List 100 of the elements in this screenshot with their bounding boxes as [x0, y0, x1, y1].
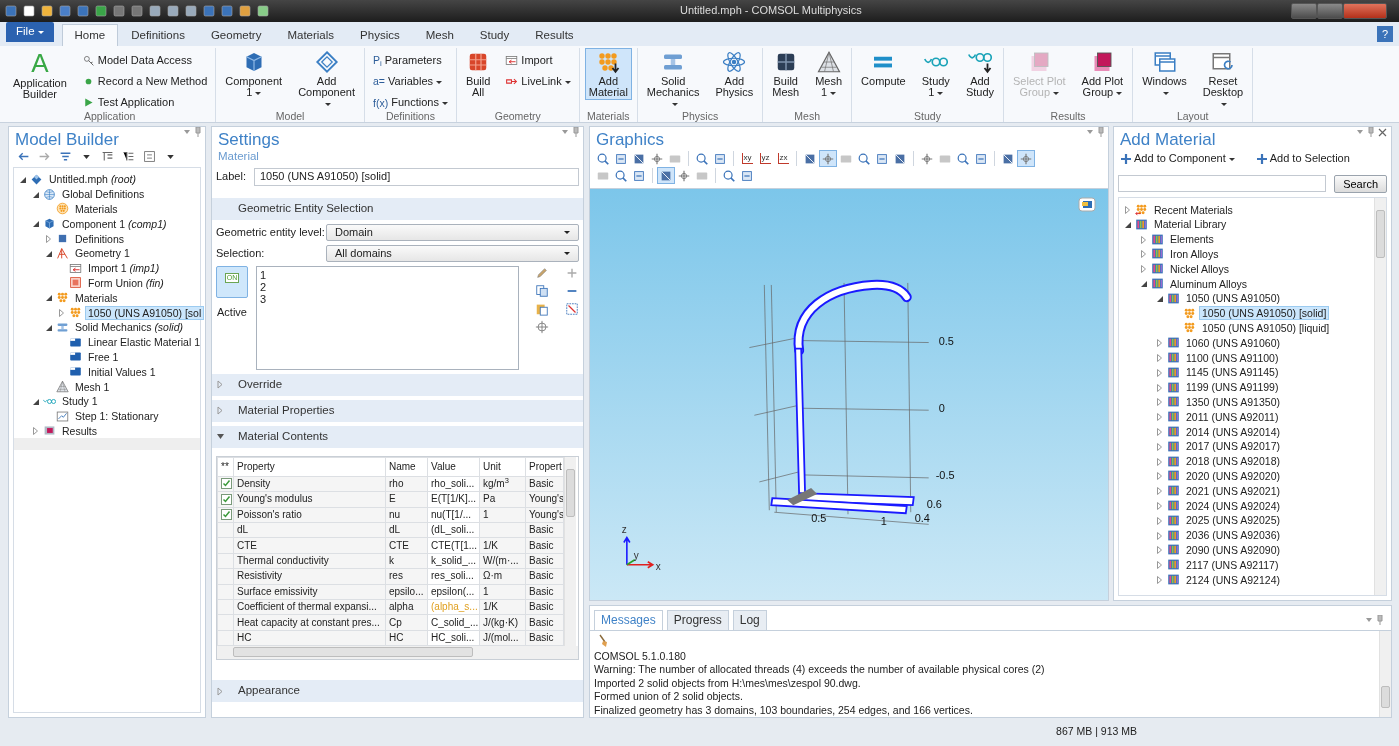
tree-item[interactable]: 2021 (UNS A92021) — [1183, 483, 1283, 498]
tree-item[interactable]: Definitions — [72, 231, 128, 246]
close-icon[interactable] — [1378, 127, 1387, 137]
view-settings-icon[interactable] — [1078, 197, 1096, 213]
ribbon-button[interactable]: Study 1 — [917, 48, 954, 100]
brush-icon[interactable] — [598, 633, 610, 648]
ribbon-button[interactable]: LiveLink — [502, 73, 574, 91]
tree-item[interactable]: 1199 (UNS A91199) — [1183, 380, 1282, 395]
ribbon-button[interactable]: Import — [502, 52, 574, 70]
add-button[interactable]: Add to Component — [1118, 150, 1238, 168]
expand-toggle[interactable] — [216, 406, 225, 416]
scrollbar[interactable] — [1374, 198, 1386, 596]
expand-toggle[interactable] — [1155, 530, 1164, 540]
ribbon-button[interactable]: Model Data Access — [78, 52, 211, 70]
list-item[interactable]: 2 — [260, 280, 515, 293]
pin-icon[interactable] — [1368, 127, 1374, 137]
tree-item[interactable]: Iron Alloys — [1167, 246, 1222, 261]
column-header[interactable]: Propert — [525, 457, 564, 477]
dropdown-icon[interactable] — [1365, 615, 1373, 624]
tree-item[interactable]: 2036 (UNS A92036) — [1183, 528, 1283, 543]
column-header[interactable]: Name — [385, 457, 428, 477]
forward-icon[interactable] — [38, 150, 51, 163]
expand-toggle[interactable] — [1155, 545, 1164, 555]
tree-item[interactable]: 1050 (UNS A91050) [solid] — [1199, 306, 1330, 321]
add-button[interactable]: Add to Selection — [1253, 150, 1353, 168]
selection-list[interactable]: 1 2 3 — [256, 265, 519, 370]
list-item[interactable]: 3 — [260, 292, 515, 305]
list-item[interactable]: 1 — [260, 268, 515, 281]
tree-item[interactable]: Step 1: Stationary — [72, 409, 162, 424]
clear-selection-icon[interactable] — [565, 301, 579, 316]
maximize-button[interactable] — [1317, 3, 1343, 19]
ribbon-button[interactable]: Add Study — [961, 48, 998, 100]
expand-toggle[interactable] — [44, 234, 53, 244]
target-icon[interactable] — [535, 319, 549, 334]
back-icon[interactable] — [17, 150, 30, 163]
ribbon-button[interactable]: Reset Desktop — [1198, 48, 1248, 111]
label-field[interactable]: 1050 (UNS A91050) [solid] — [254, 167, 579, 186]
expand-toggle[interactable] — [1139, 279, 1148, 289]
ribbon-button[interactable]: Solid Mechanics — [642, 48, 704, 111]
ribbon-tab[interactable]: Study — [466, 24, 523, 46]
ribbon-tab[interactable]: Materials — [274, 24, 348, 46]
expand-toggle[interactable] — [1155, 575, 1164, 584]
ribbon-tab[interactable]: Mesh — [412, 24, 467, 46]
panel-tab[interactable]: Progress — [666, 610, 729, 630]
expand-toggle[interactable] — [1155, 397, 1164, 407]
panel-tab[interactable]: Messages — [594, 610, 663, 630]
ribbon-button[interactable]: Add Material — [584, 48, 632, 100]
help-button[interactable]: ? — [1377, 26, 1393, 42]
tree-item[interactable]: Study 1 — [59, 394, 101, 409]
pin-icon[interactable] — [195, 127, 201, 137]
expand-toggle[interactable] — [1155, 486, 1164, 496]
ribbon-tab[interactable]: Physics — [347, 24, 413, 46]
checkbox[interactable] — [221, 509, 232, 521]
tree-item[interactable]: Free 1 — [85, 349, 122, 364]
expand-toggle[interactable] — [1155, 427, 1164, 437]
expand-toggle[interactable] — [216, 686, 225, 696]
tree-options-icon[interactable] — [143, 150, 156, 163]
expand-toggle[interactable] — [1139, 234, 1148, 244]
pin-icon[interactable] — [1377, 614, 1383, 625]
tree-item[interactable]: 1050 (UNS A91050) [sol — [85, 305, 205, 320]
show-icon[interactable] — [59, 150, 72, 163]
tree-item[interactable]: Solid Mechanics (solid) — [72, 320, 186, 335]
ribbon-button[interactable]: Build All — [461, 48, 495, 100]
expand-toggle[interactable] — [216, 432, 225, 442]
panel-tab[interactable]: Log — [732, 610, 767, 630]
ribbon-tab[interactable]: Definitions — [118, 24, 198, 46]
ribbon-button[interactable]: Compute — [857, 48, 910, 89]
dropdown-icon[interactable] — [1356, 128, 1364, 136]
column-header[interactable]: Unit — [479, 457, 526, 477]
section-header[interactable]: Material Contents — [212, 425, 583, 448]
tree-item[interactable]: 1350 (UNS A91350) — [1183, 394, 1283, 409]
minimize-button[interactable] — [1291, 3, 1317, 19]
pin-icon[interactable] — [573, 127, 579, 137]
ribbon-button[interactable]: P$_{i}$ Parameters — [370, 52, 451, 70]
ribbon-button[interactable]: Mesh 1 — [811, 48, 847, 100]
view-button[interactable]: zx — [774, 150, 792, 167]
dropdown[interactable]: All domains — [326, 244, 579, 262]
section-header[interactable]: Geometric Entity Selection — [212, 197, 583, 220]
ribbon-button[interactable]: a= Variables — [370, 73, 451, 91]
file-menu[interactable]: File — [6, 22, 54, 42]
section-header[interactable]: Material Properties — [212, 399, 583, 422]
column-header[interactable]: Property — [233, 457, 386, 477]
search-button[interactable]: Search — [1334, 175, 1387, 194]
checkbox[interactable] — [221, 493, 232, 505]
expand-toggle[interactable] — [1155, 471, 1164, 481]
scrollbar[interactable] — [1379, 630, 1391, 717]
tree-item[interactable]: 2024 (UNS A92024) — [1183, 498, 1283, 513]
expand-toggle[interactable] — [1155, 560, 1164, 570]
expand-toggle[interactable] — [57, 308, 66, 318]
tree-item[interactable]: Untitled.mph (root) — [46, 172, 139, 187]
scrollbar[interactable] — [564, 456, 576, 647]
tree-item[interactable]: 2117 (UNS A92117) — [1183, 557, 1282, 572]
tree-item[interactable]: Initial Values 1 — [85, 364, 159, 379]
tree-item[interactable]: Results — [59, 423, 100, 438]
tree-item[interactable]: 2124 (UNS A92124) — [1183, 572, 1283, 587]
tree-item[interactable]: Mesh 1 — [72, 379, 113, 394]
tree-item[interactable]: Global Definitions — [59, 187, 148, 202]
dropdown-icon[interactable] — [183, 128, 191, 136]
section-header[interactable]: Override — [212, 373, 583, 396]
search-field[interactable] — [1118, 175, 1327, 193]
